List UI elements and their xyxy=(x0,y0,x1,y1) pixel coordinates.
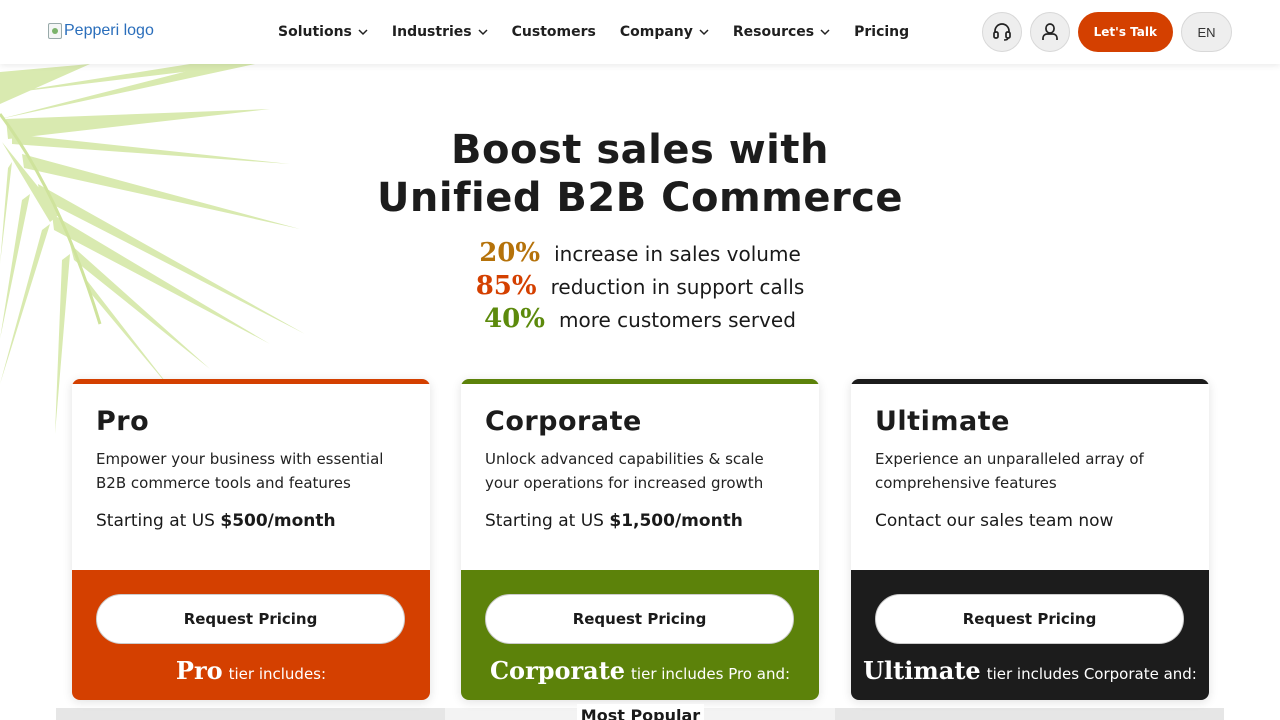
nav-pricing[interactable]: Pricing xyxy=(854,24,909,40)
chevron-down-icon xyxy=(478,29,488,36)
plan-price: Contact our sales team now xyxy=(875,511,1185,531)
nav-company[interactable]: Company xyxy=(620,24,709,40)
nav-label: Company xyxy=(619,24,693,40)
most-popular-badge: Most Popular xyxy=(577,704,704,720)
support-button[interactable] xyxy=(981,12,1022,52)
stat-value: 40% xyxy=(484,304,545,334)
header-actions: Let's Talk EN xyxy=(981,12,1232,52)
hero-title-line2: Unified B2B Commerce xyxy=(376,175,904,221)
tier-name: Corporate xyxy=(489,656,626,685)
main-nav: Solutions Industries Customers Company R… xyxy=(278,0,909,64)
broken-image-icon xyxy=(48,23,62,39)
request-pricing-button[interactable]: Request Pricing xyxy=(485,594,794,644)
logo-alt-text: Pepperi logo xyxy=(64,22,154,39)
chevron-down-icon xyxy=(699,29,709,36)
stat-item: 20% increase in sales volume xyxy=(0,238,1280,271)
plan-name: Pro xyxy=(96,406,150,437)
site-header: Pepperi logo Solutions Industries Custom… xyxy=(0,0,1280,64)
price-prefix: Starting at US xyxy=(485,511,610,531)
chevron-down-icon xyxy=(820,29,830,36)
plan-price: Starting at US $500/month xyxy=(96,511,406,531)
nav-industries[interactable]: Industries xyxy=(392,24,488,40)
user-icon xyxy=(1041,23,1058,40)
price-amount: $500/month xyxy=(220,511,336,531)
plan-card-corporate: Corporate Unlock advanced capabilities &… xyxy=(461,379,819,700)
tier-includes-text: tier includes Corporate and: xyxy=(986,665,1197,683)
stat-item: 85% reduction in support calls xyxy=(0,271,1280,304)
stat-text: more customers served xyxy=(558,308,796,332)
stat-text: increase in sales volume xyxy=(554,242,801,266)
nav-label: Resources xyxy=(732,24,815,40)
plan-name: Corporate xyxy=(485,406,642,437)
tier-includes-line: Pro tier includes: xyxy=(72,656,430,685)
stat-value: 20% xyxy=(479,238,541,268)
plan-name: Ultimate xyxy=(875,406,1010,437)
stat-value: 85% xyxy=(475,271,537,301)
nav-solutions[interactable]: Solutions xyxy=(278,24,368,40)
plan-description: Experience an unparalleled array of comp… xyxy=(875,450,1144,492)
nav-label: Pricing xyxy=(854,24,910,40)
card-footer: Request Pricing Corporate tier includes P… xyxy=(461,570,819,700)
plan-card-pro: Pro Empower your business with essential… xyxy=(72,379,430,700)
nav-customers[interactable]: Customers xyxy=(512,24,596,40)
headset-icon xyxy=(992,23,1011,41)
tier-includes-text: tier includes: xyxy=(228,665,327,683)
nav-label: Solutions xyxy=(278,24,352,40)
hero-title: Boost sales with Unified B2B Commerce xyxy=(0,126,1280,222)
chevron-down-icon xyxy=(358,29,368,36)
request-pricing-button[interactable]: Request Pricing xyxy=(875,594,1184,644)
language-selector[interactable]: EN xyxy=(1181,12,1232,52)
nav-label: Industries xyxy=(391,24,472,40)
price-amount: $1,500/month xyxy=(609,511,743,531)
request-pricing-button[interactable]: Request Pricing xyxy=(96,594,405,644)
plan-description: Empower your business with essential B2B… xyxy=(96,450,384,492)
nav-resources[interactable]: Resources xyxy=(733,24,830,40)
lets-talk-button[interactable]: Let's Talk xyxy=(1077,12,1173,52)
pepperi-logo[interactable]: Pepperi logo xyxy=(48,22,154,40)
plan-card-ultimate: Ultimate Experience an unparalleled arra… xyxy=(851,379,1209,700)
account-button[interactable] xyxy=(1029,12,1070,52)
plan-price: Starting at US $1,500/month xyxy=(485,511,795,531)
price-prefix: Starting at US xyxy=(96,511,221,531)
tier-includes-text: tier includes Pro and: xyxy=(631,665,791,683)
card-footer: Request Pricing Pro tier includes: xyxy=(72,570,430,700)
tier-includes-line: Ultimate tier includes Corporate and: xyxy=(851,656,1209,685)
nav-label: Customers xyxy=(511,24,596,40)
tier-name: Pro xyxy=(175,656,223,685)
plan-description: Unlock advanced capabilities & scale you… xyxy=(485,450,764,492)
stats-list: 20% increase in sales volume 85% reducti… xyxy=(0,238,1280,337)
tier-includes-line: Corporate tier includes Pro and: xyxy=(461,656,819,685)
stat-text: reduction in support calls xyxy=(550,275,805,299)
stat-item: 40% more customers served xyxy=(0,304,1280,337)
tier-name: Ultimate xyxy=(863,656,981,685)
card-footer: Request Pricing Ultimate tier includes Co… xyxy=(851,570,1209,700)
price-prefix: Contact our sales team now xyxy=(875,511,1114,531)
hero-title-line1: Boost sales with xyxy=(451,127,829,173)
